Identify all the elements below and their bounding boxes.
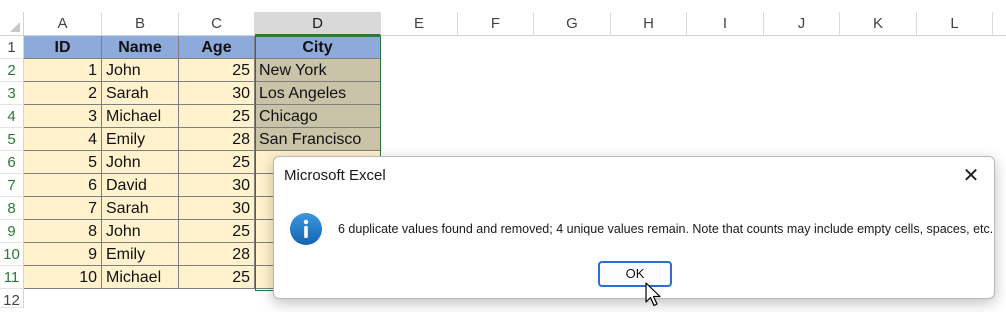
row-header-1[interactable]: 1 xyxy=(0,36,24,59)
cell-city-row-4[interactable]: Chicago xyxy=(255,105,381,128)
cell-name-row-4[interactable]: Michael xyxy=(102,105,179,128)
cell-city-row-2[interactable]: New York xyxy=(255,59,381,82)
cell-header-name[interactable]: Name xyxy=(102,36,179,59)
row-header-3[interactable]: 3 xyxy=(0,82,24,105)
cell-header-city[interactable]: City xyxy=(255,36,381,59)
cell-age-row-5[interactable]: 28 xyxy=(179,128,255,151)
cell-age-row-6[interactable]: 25 xyxy=(179,151,255,174)
cell-id-row-8[interactable]: 7 xyxy=(24,197,102,220)
cell-id-row-3[interactable]: 2 xyxy=(24,82,102,105)
row-header-5[interactable]: 5 xyxy=(0,128,24,151)
cell-age-row-11[interactable]: 25 xyxy=(179,266,255,289)
select-all-corner[interactable] xyxy=(0,12,24,36)
cell-city-row-3[interactable]: Los Angeles xyxy=(255,82,381,105)
row-header-2[interactable]: 2 xyxy=(0,59,24,82)
cell-id-row-2[interactable]: 1 xyxy=(24,59,102,82)
cell-age-row-7[interactable]: 30 xyxy=(179,174,255,197)
cell-age-row-4[interactable]: 25 xyxy=(179,105,255,128)
cell-id-row-11[interactable]: 10 xyxy=(24,266,102,289)
cell-name-row-3[interactable]: Sarah xyxy=(102,82,179,105)
spreadsheet: A B C D E F G H I J K L 1 2 3 4 5 6 7 8 … xyxy=(0,0,1006,309)
column-header-j[interactable]: J xyxy=(764,12,840,36)
message-dialog: Microsoft Excel ✕ 6 duplicate values fou… xyxy=(273,156,995,299)
select-all-triangle-icon xyxy=(10,22,20,32)
column-header-d[interactable]: D xyxy=(255,12,381,36)
row-header-6[interactable]: 6 xyxy=(0,151,24,174)
dialog-titlebar[interactable]: Microsoft Excel ✕ xyxy=(274,157,994,195)
cell-id-row-5[interactable]: 4 xyxy=(24,128,102,151)
cell-header-age[interactable]: Age xyxy=(179,36,255,59)
column-header-i[interactable]: I xyxy=(687,12,764,36)
cell-name-row-7[interactable]: David xyxy=(102,174,179,197)
cell-age-row-3[interactable]: 30 xyxy=(179,82,255,105)
column-header-l[interactable]: L xyxy=(917,12,993,36)
cell-header-id[interactable]: ID xyxy=(24,36,102,59)
row-header-8[interactable]: 8 xyxy=(0,197,24,220)
cell-age-row-10[interactable]: 28 xyxy=(179,243,255,266)
cell-name-row-9[interactable]: John xyxy=(102,220,179,243)
row-header-11[interactable]: 11 xyxy=(0,266,24,289)
column-header-a[interactable]: A xyxy=(24,12,102,36)
cell-age-row-2[interactable]: 25 xyxy=(179,59,255,82)
row-header-4[interactable]: 4 xyxy=(0,105,24,128)
cell-city-row-5[interactable]: San Francisco xyxy=(255,128,381,151)
row-header-9[interactable]: 9 xyxy=(0,220,24,243)
cell-id-row-9[interactable]: 8 xyxy=(24,220,102,243)
column-header-c[interactable]: C xyxy=(179,12,255,36)
mouse-pointer-icon xyxy=(645,282,661,307)
column-header-h[interactable]: H xyxy=(611,12,687,36)
cell-name-row-10[interactable]: Emily xyxy=(102,243,179,266)
cell-name-row-8[interactable]: Sarah xyxy=(102,197,179,220)
cell-id-row-10[interactable]: 9 xyxy=(24,243,102,266)
info-icon xyxy=(290,213,322,245)
column-header-e[interactable]: E xyxy=(381,12,458,36)
cell-age-row-8[interactable]: 30 xyxy=(179,197,255,220)
row-header-7[interactable]: 7 xyxy=(0,174,24,197)
column-header-k[interactable]: K xyxy=(840,12,917,36)
column-header-f[interactable]: F xyxy=(458,12,534,36)
cell-name-row-5[interactable]: Emily xyxy=(102,128,179,151)
row-header-10[interactable]: 10 xyxy=(0,243,24,266)
cell-age-row-9[interactable]: 25 xyxy=(179,220,255,243)
cell-name-row-2[interactable]: John xyxy=(102,59,179,82)
column-header-overflow xyxy=(993,12,1006,36)
cell-id-row-7[interactable]: 6 xyxy=(24,174,102,197)
row-header-12[interactable]: 12 xyxy=(0,289,24,309)
column-header-g[interactable]: G xyxy=(534,12,611,36)
cell-name-row-11[interactable]: Michael xyxy=(102,266,179,289)
close-icon[interactable]: ✕ xyxy=(956,161,986,191)
column-header-b[interactable]: B xyxy=(102,12,179,36)
dialog-title: Microsoft Excel xyxy=(284,167,386,184)
cell-id-row-6[interactable]: 5 xyxy=(24,151,102,174)
cell-id-row-4[interactable]: 3 xyxy=(24,105,102,128)
cell-name-row-6[interactable]: John xyxy=(102,151,179,174)
dialog-message: 6 duplicate values found and removed; 4 … xyxy=(338,222,994,236)
